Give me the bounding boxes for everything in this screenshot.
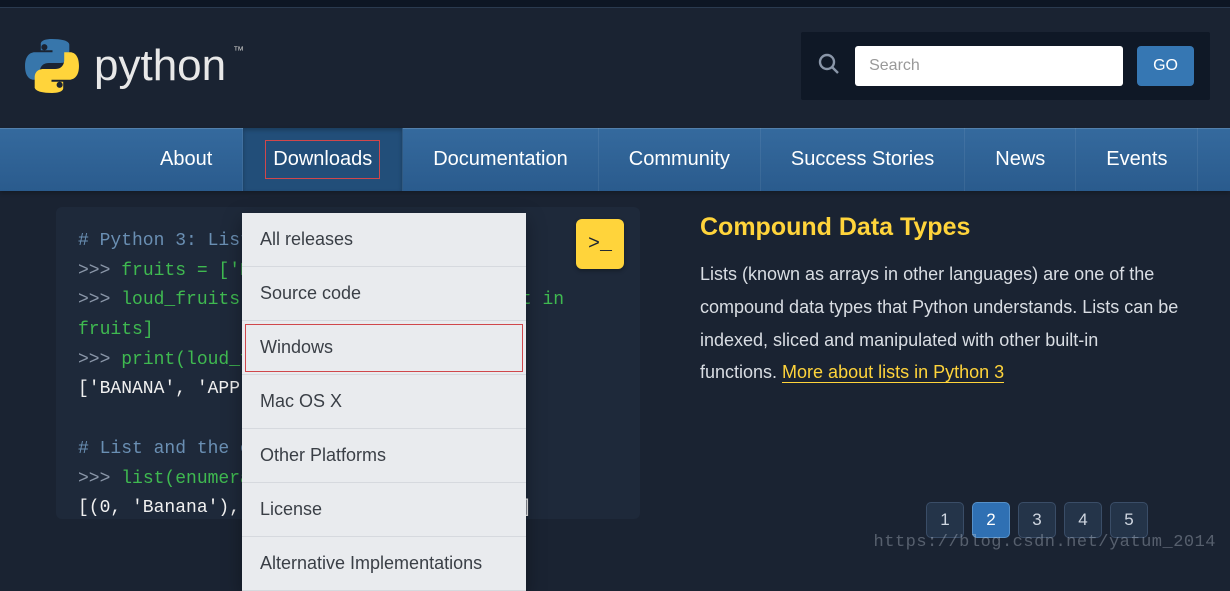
dropdown-mac-os-x[interactable]: Mac OS X [242, 375, 526, 429]
nav-downloads[interactable]: Downloads [243, 128, 403, 191]
nav-events[interactable]: Events [1076, 128, 1198, 191]
info-panel: Compound Data Types Lists (known as arra… [700, 207, 1180, 519]
header: python™ GO [0, 8, 1230, 128]
code-prompt: >>> [78, 261, 121, 281]
page-3[interactable]: 3 [1018, 502, 1056, 538]
nav-about[interactable]: About [130, 128, 243, 191]
downloads-dropdown: All releasesSource codeWindowsMac OS XOt… [242, 213, 526, 591]
page-4[interactable]: 4 [1064, 502, 1102, 538]
nav-label: Success Stories [791, 148, 934, 171]
main-nav: About Downloads Documentation Community Succ… [0, 128, 1230, 191]
nav-success-stories[interactable]: Success Stories [761, 128, 965, 191]
nav-label: About [160, 148, 212, 171]
nav-label: Downloads [273, 148, 372, 171]
dropdown-source-code[interactable]: Source code [242, 267, 526, 321]
search-bar: GO [801, 32, 1210, 100]
prompt-icon: >_ [588, 228, 612, 261]
info-body: Lists (known as arrays in other language… [700, 258, 1180, 389]
trademark: ™ [233, 45, 244, 57]
nav-news[interactable]: News [965, 128, 1076, 191]
dropdown-windows[interactable]: Windows [242, 321, 526, 375]
python-logo-icon [24, 38, 80, 94]
top-strip [0, 0, 1230, 8]
more-lists-link[interactable]: More about lists in Python 3 [782, 362, 1004, 383]
nav-community[interactable]: Community [599, 128, 761, 191]
code-prompt: >>> [78, 469, 121, 489]
search-input[interactable] [855, 46, 1123, 86]
content-area: >_ # Python 3: List comprehensions >>> f… [0, 191, 1230, 519]
logo[interactable]: python™ [24, 38, 226, 94]
page-5[interactable]: 5 [1110, 502, 1148, 538]
launch-shell-button[interactable]: >_ [576, 219, 624, 269]
nav-documentation[interactable]: Documentation [403, 128, 599, 191]
dropdown-alternative-implementations[interactable]: Alternative Implementations [242, 537, 526, 591]
dropdown-all-releases[interactable]: All releases [242, 213, 526, 267]
info-title: Compound Data Types [700, 213, 1180, 242]
logo-text: python™ [94, 41, 226, 91]
nav-label: Events [1106, 148, 1167, 171]
search-go-button[interactable]: GO [1137, 46, 1194, 86]
page-1[interactable]: 1 [926, 502, 964, 538]
dropdown-license[interactable]: License [242, 483, 526, 537]
slide-pager: 12345 [926, 502, 1148, 538]
nav-label: News [995, 148, 1045, 171]
dropdown-other-platforms[interactable]: Other Platforms [242, 429, 526, 483]
code-prompt: >>> [78, 290, 121, 310]
search-icon [817, 52, 841, 81]
nav-label: Community [629, 148, 730, 171]
page-2[interactable]: 2 [972, 502, 1010, 538]
code-prompt: >>> [78, 350, 121, 370]
nav-label: Documentation [433, 148, 568, 171]
